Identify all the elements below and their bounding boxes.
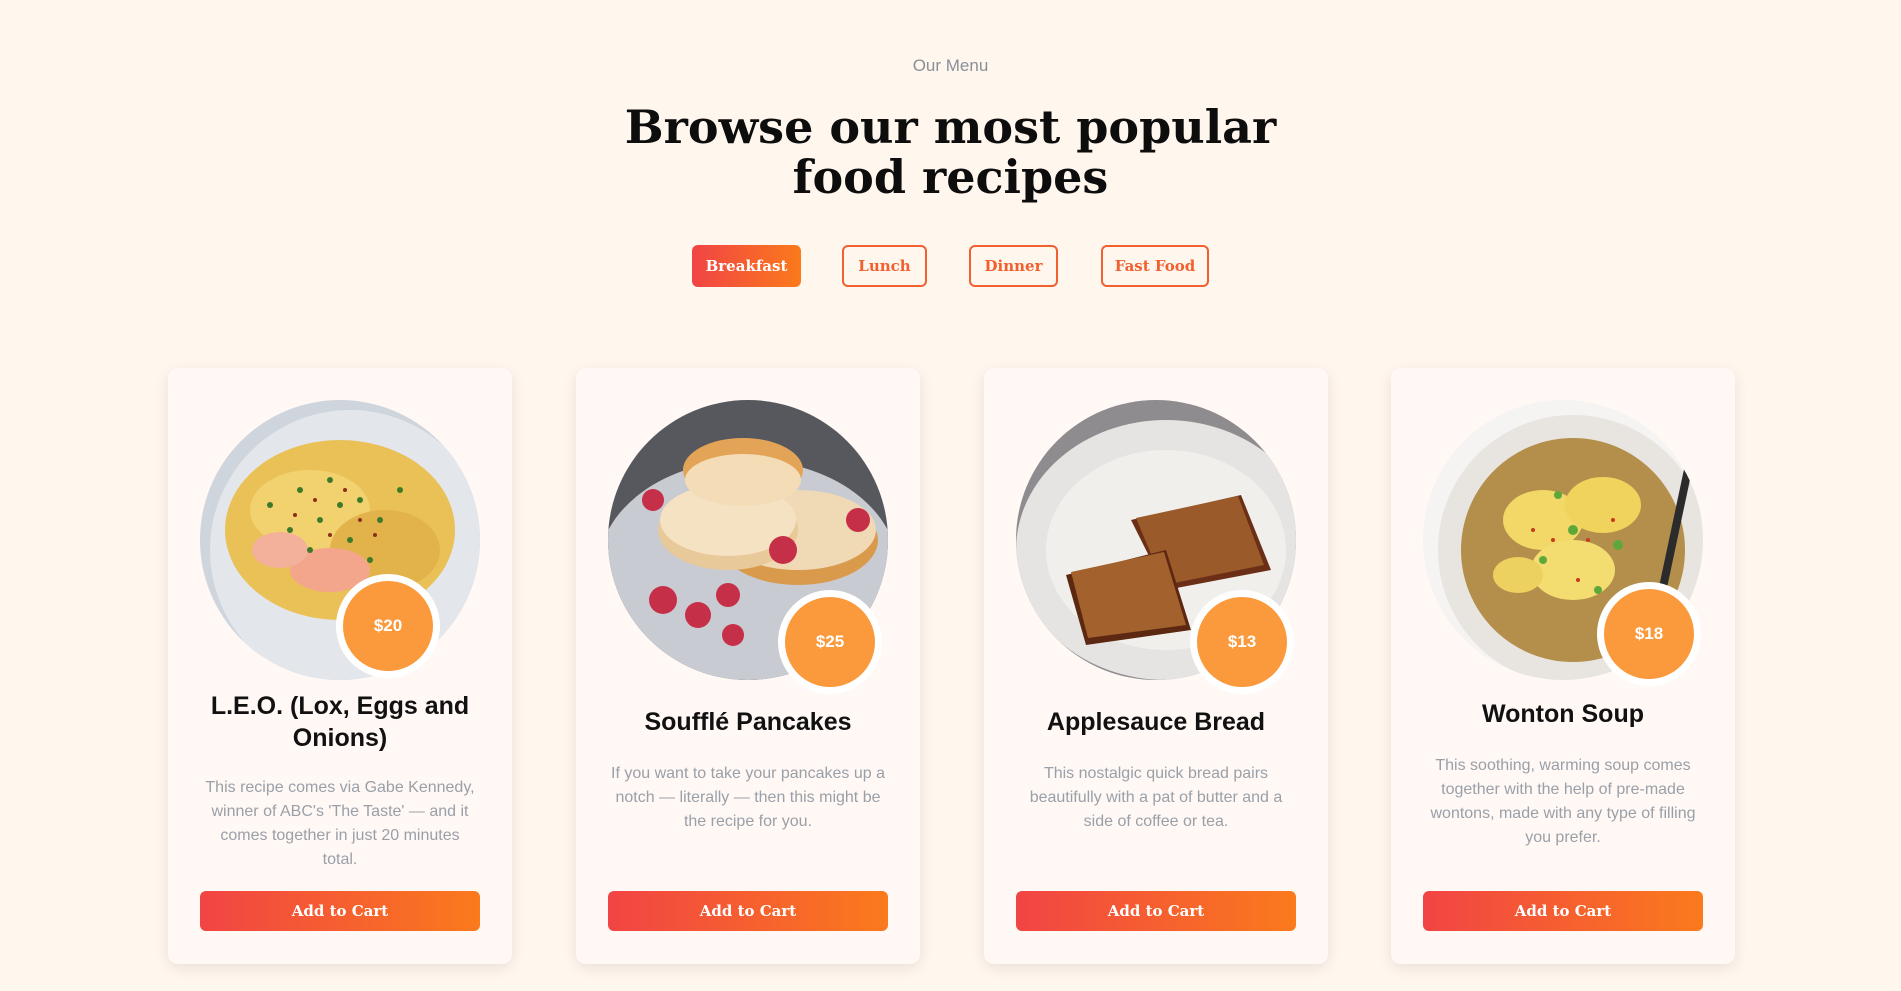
price-badge: $25	[778, 590, 882, 694]
tab-fast-food[interactable]: Fast Food	[1101, 245, 1209, 287]
recipe-title: Applesauce Bread	[1046, 708, 1266, 736]
section-heading: Browse our most popular food recipes	[0, 102, 1901, 202]
price-badge: $13	[1190, 590, 1294, 694]
recipe-title: L.E.O. (Lox, Eggs and Onions)	[210, 692, 470, 752]
tab-dinner[interactable]: Dinner	[969, 245, 1058, 287]
heading-line-2: food recipes	[792, 150, 1109, 204]
price-badge: $18	[1597, 582, 1701, 686]
recipe-card-leo: $20 L.E.O. (Lox, Eggs and Onions) This r…	[168, 368, 512, 964]
recipe-description: If you want to take your pancakes up a n…	[611, 765, 885, 830]
tab-lunch[interactable]: Lunch	[842, 245, 927, 287]
add-to-cart-button[interactable]: Add to Cart	[200, 891, 480, 931]
recipe-description: This nostalgic quick bread pairs beautif…	[1029, 765, 1283, 830]
recipe-description: This soothing, warming soup comes togeth…	[1430, 757, 1696, 846]
recipe-card-souffle-pancakes: $25 Soufflé Pancakes If you want to take…	[576, 368, 920, 964]
add-to-cart-button[interactable]: Add to Cart	[1423, 891, 1703, 931]
recipe-description: This recipe comes via Gabe Kennedy, winn…	[205, 779, 475, 868]
recipe-card-applesauce-bread: $13 Applesauce Bread This nostalgic quic…	[984, 368, 1328, 964]
recipe-card-wonton-soup: $18 Wonton Soup This soothing, warming s…	[1391, 368, 1735, 964]
recipe-title: Wonton Soup	[1482, 700, 1644, 728]
section-eyebrow: Our Menu	[912, 56, 989, 75]
add-to-cart-button[interactable]: Add to Cart	[1016, 891, 1296, 931]
heading-line-1: Browse our most popular	[624, 100, 1277, 154]
menu-tabs: Breakfast Lunch Dinner Fast Food	[0, 245, 1901, 287]
recipe-title: Soufflé Pancakes	[644, 708, 852, 736]
tab-breakfast[interactable]: Breakfast	[692, 245, 801, 287]
add-to-cart-button[interactable]: Add to Cart	[608, 891, 888, 931]
price-badge: $20	[336, 574, 440, 678]
